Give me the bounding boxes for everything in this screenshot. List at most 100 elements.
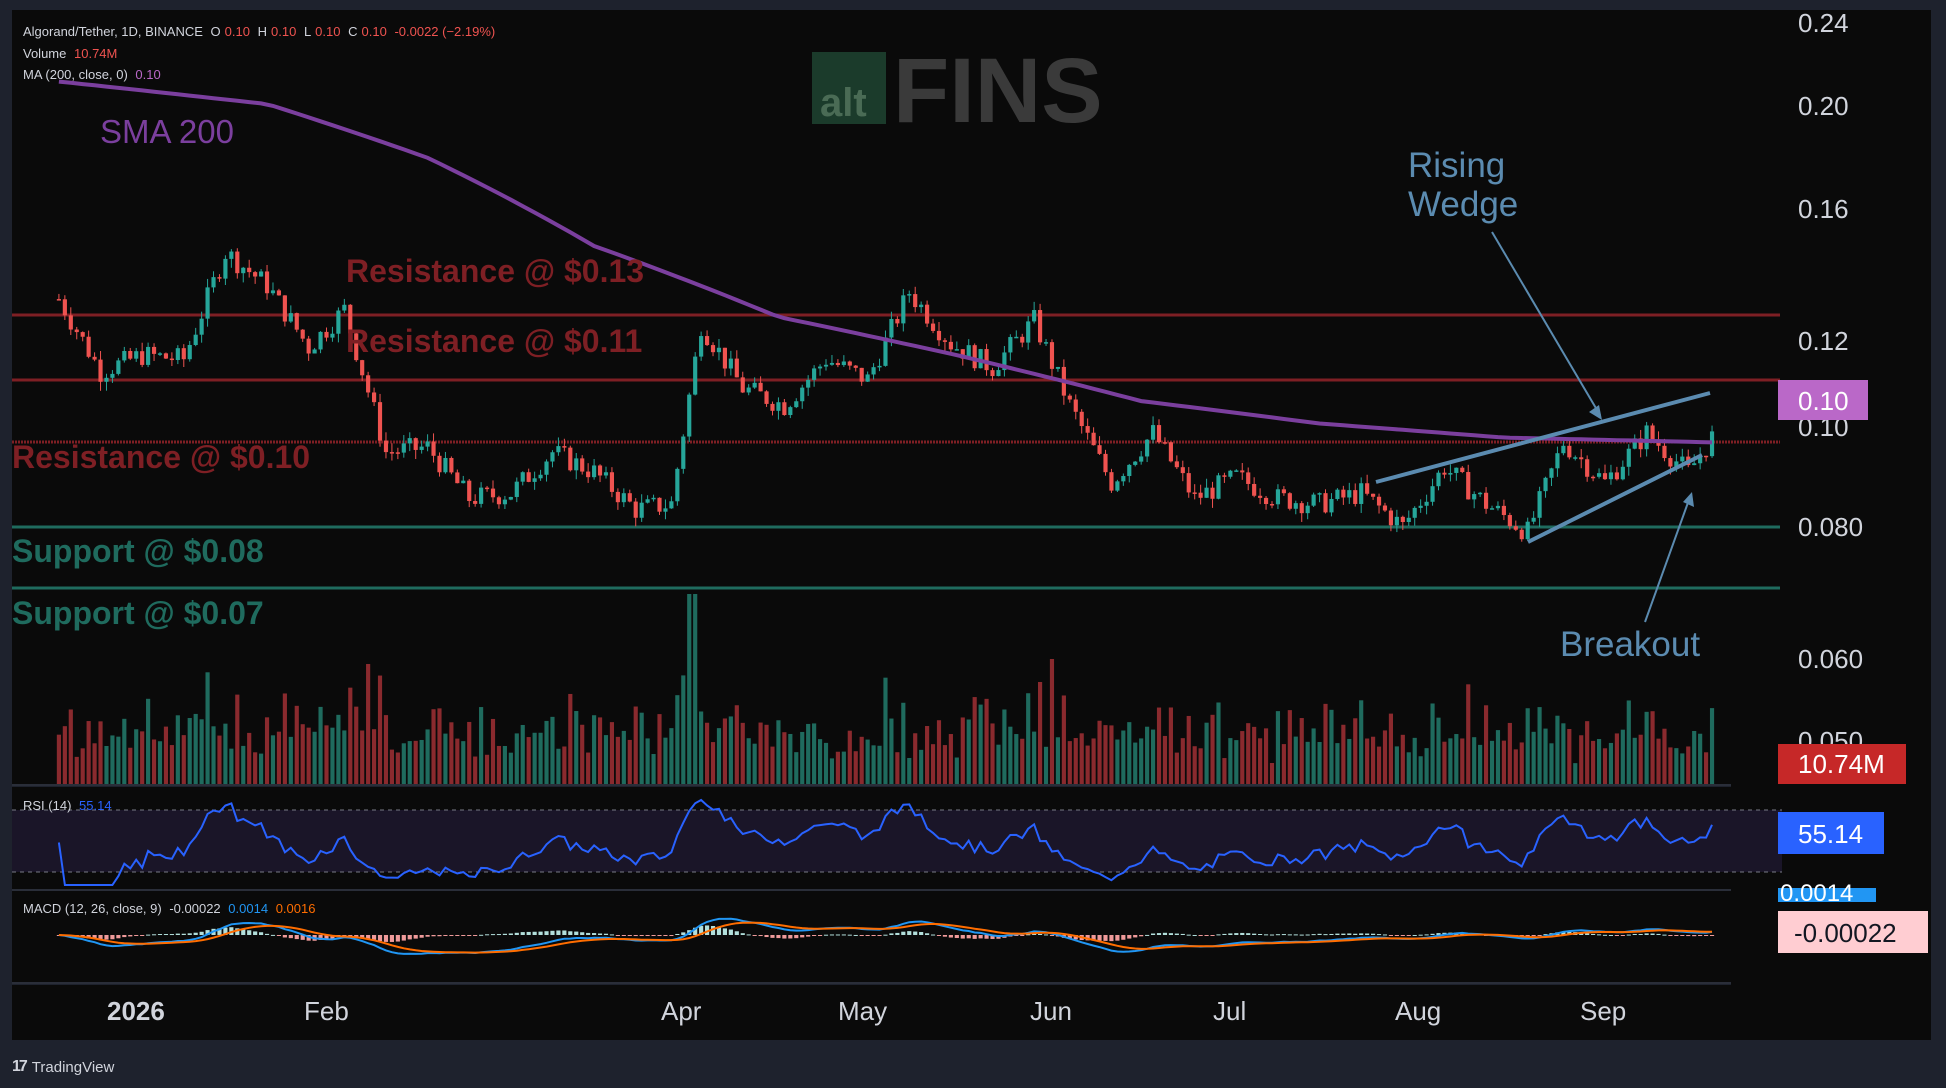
candle-body: [306, 338, 311, 354]
tradingview-logo[interactable]: 17 TradingView: [12, 1058, 114, 1076]
volume-bar: [1709, 708, 1715, 784]
candle-body: [467, 480, 472, 502]
candle-body: [282, 295, 287, 322]
macd-histogram-bar: [1644, 933, 1649, 935]
volume-bar: [377, 675, 383, 784]
volume-bar: [1258, 738, 1263, 784]
macd-histogram-bar: [871, 935, 876, 936]
legend-macd-row[interactable]: MACD (12, 26, close, 9) -0.00022 0.0014 …: [23, 901, 319, 916]
legend-symbol-row[interactable]: Algorand/Tether, 1D, BINANCE O 0.10 H 0.10…: [23, 24, 499, 39]
macd-histogram-bar: [270, 934, 276, 936]
candle-body: [871, 367, 876, 375]
legend-ma-row[interactable]: MA (200, close, 0) 0.10: [23, 67, 165, 82]
macd-histogram-bar: [1686, 935, 1691, 937]
legend-volume-row[interactable]: Volume 10.74M: [23, 46, 121, 61]
macd-histogram-bar: [728, 929, 733, 935]
candle-body: [1531, 517, 1536, 522]
candle-body: [1400, 516, 1405, 523]
macd-histogram-bar: [1531, 935, 1536, 937]
candle-body: [1602, 473, 1608, 480]
macd-histogram-bar: [1252, 933, 1257, 935]
candle-body: [1519, 529, 1524, 540]
macd-histogram-bar: [901, 931, 906, 935]
candle-body: [1478, 492, 1483, 495]
volume-bar: [490, 718, 496, 784]
macd-histogram-bar: [175, 933, 180, 935]
volume-bar: [300, 724, 305, 784]
volume-bar: [1002, 709, 1007, 784]
volume-bar: [1162, 735, 1168, 784]
volume-bar: [895, 752, 900, 784]
volume-bar: [122, 718, 127, 784]
volume-bar: [1418, 756, 1423, 784]
legend-rsi-value: 55.14: [79, 798, 112, 813]
macd-histogram-bar: [1162, 932, 1168, 935]
legend-l-value: 0.10: [315, 24, 341, 39]
macd-histogram-bar: [443, 935, 448, 936]
candle-body: [294, 313, 299, 330]
legend-symbol[interactable]: Algorand/Tether, 1D, BINANCE: [23, 24, 203, 39]
volume-bar: [1656, 738, 1661, 784]
candle-body: [603, 472, 609, 476]
candle-body: [1525, 521, 1530, 540]
chart-canvas[interactable]: alt FINS SMA 200 Resistance @ $0.13 Resi…: [0, 0, 1946, 1088]
volume-bar: [615, 736, 620, 784]
volume-bar: [556, 748, 561, 784]
volume-bar: [978, 704, 983, 784]
candle-body: [1145, 439, 1150, 457]
macd-histogram-bar: [377, 935, 383, 942]
candle-body: [800, 387, 805, 402]
candle-body: [1341, 489, 1346, 498]
macd-histogram-bar: [1186, 934, 1191, 936]
candle-body: [984, 349, 989, 371]
main-pane[interactable]: [12, 10, 1551, 785]
candle-body: [1382, 505, 1388, 511]
candle-body: [1335, 489, 1340, 499]
macd-histogram-bar: [948, 935, 953, 938]
candle-body: [764, 391, 769, 404]
volume-bar: [330, 727, 335, 784]
volume-bar: [1430, 703, 1435, 784]
price-tick: 0.060: [1798, 644, 1863, 674]
volume-bar: [282, 693, 287, 784]
macd-histogram-bar: [568, 931, 573, 935]
volume-bar: [1115, 739, 1120, 784]
volume-bar: [1109, 725, 1114, 784]
legend-h-value: 0.10: [271, 24, 297, 39]
volume-bar: [954, 757, 959, 784]
volume-bar: [1305, 741, 1310, 784]
time-tick: 2026: [107, 996, 165, 1026]
volume-bar: [1531, 731, 1536, 784]
candle-body: [948, 341, 953, 350]
legend-rsi-row[interactable]: RSI (14) 55.14: [23, 798, 116, 813]
macd-histogram-bar: [1406, 935, 1411, 936]
volume-bar: [1359, 700, 1364, 784]
macd-histogram-bar: [1341, 933, 1346, 935]
volume-bar: [1192, 746, 1197, 784]
candle-body: [247, 267, 252, 273]
candle-body: [443, 457, 448, 473]
macd-histogram-bar: [413, 935, 418, 939]
candle-body: [366, 375, 371, 393]
candle-body: [1281, 489, 1286, 494]
volume-bar: [800, 731, 805, 784]
macd-histogram-bar: [556, 930, 561, 935]
candle-body: [175, 348, 180, 361]
candle-body: [1252, 483, 1257, 496]
volume-bar: [942, 745, 948, 784]
candle-body: [1507, 515, 1512, 527]
candle-body: [1091, 432, 1096, 446]
volume-bar: [211, 726, 216, 784]
candle-body: [663, 508, 668, 512]
volume-bar: [1448, 738, 1453, 784]
candle-body: [140, 351, 145, 365]
price-axis-bg[interactable]: [1551, 10, 1731, 785]
volume-bar: [1555, 715, 1560, 784]
candle-body: [568, 447, 573, 471]
candle-body: [1495, 505, 1501, 509]
candle-body: [74, 329, 79, 333]
volume-bar: [722, 718, 727, 784]
macd-histogram-bar: [1347, 933, 1352, 935]
candle-body: [1644, 425, 1649, 450]
tradingview-text: TradingView: [31, 1058, 115, 1076]
